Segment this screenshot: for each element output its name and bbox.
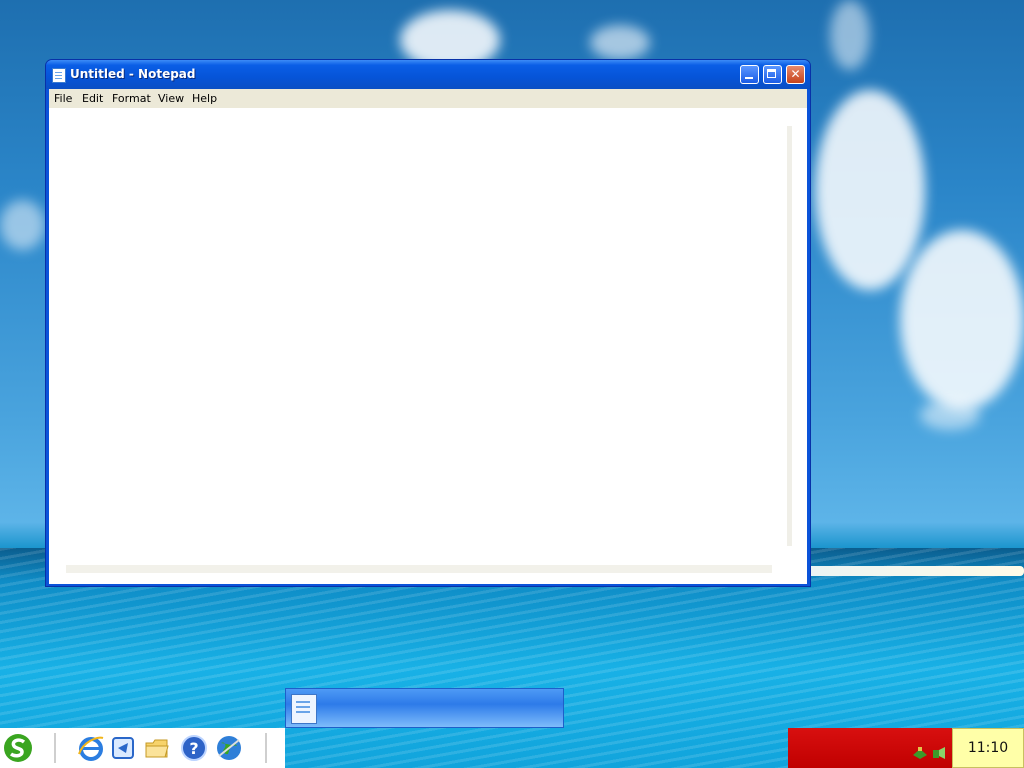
notepad-icon [291, 694, 317, 724]
separator [54, 733, 56, 763]
menu-edit[interactable]: Edit [82, 92, 103, 105]
clock[interactable]: 11:10 [952, 728, 1024, 768]
horizontal-scrollbar[interactable] [66, 565, 772, 573]
window-title: Untitled - Notepad [70, 67, 196, 81]
help-button[interactable]: ? [179, 733, 209, 763]
separator [265, 733, 267, 763]
vertical-scrollbar[interactable] [787, 126, 792, 546]
maximize-icon [767, 69, 776, 78]
globe-button[interactable] [214, 733, 244, 763]
close-button[interactable]: ✕ [786, 65, 805, 84]
folder-button[interactable] [142, 733, 172, 763]
maximize-button[interactable] [763, 65, 782, 84]
internet-explorer-button[interactable] [76, 733, 106, 763]
quick-launch-bar: ? [0, 728, 285, 768]
svg-text:?: ? [189, 739, 198, 758]
menu-help[interactable]: Help [192, 92, 217, 105]
beach [780, 566, 1024, 576]
notepad-window[interactable]: Untitled - Notepad ✕ File Edit Format Vi… [45, 59, 811, 587]
documents-button[interactable] [108, 733, 138, 763]
start-button[interactable] [3, 733, 33, 763]
minimize-button[interactable] [740, 65, 759, 84]
internet-explorer-icon [78, 736, 104, 761]
network-icon[interactable] [912, 746, 928, 760]
close-icon: ✕ [790, 67, 801, 81]
menu-file[interactable]: File [54, 92, 72, 105]
folder-icon [145, 739, 169, 758]
menu-format[interactable]: Format [112, 92, 151, 105]
help-icon: ? [181, 735, 207, 761]
text-editor-area[interactable] [49, 108, 807, 584]
system-tray [788, 728, 952, 768]
menu-bar: File Edit Format View Help [49, 89, 807, 108]
notepad-icon [52, 68, 66, 83]
start-icon [4, 734, 32, 762]
documents-icon [112, 737, 134, 759]
minimize-icon [745, 77, 753, 79]
volume-icon[interactable] [931, 746, 947, 760]
title-bar[interactable]: Untitled - Notepad ✕ [46, 60, 810, 89]
globe-icon [217, 736, 241, 760]
menu-view[interactable]: View [158, 92, 184, 105]
taskbar-notepad-button[interactable] [285, 688, 564, 728]
